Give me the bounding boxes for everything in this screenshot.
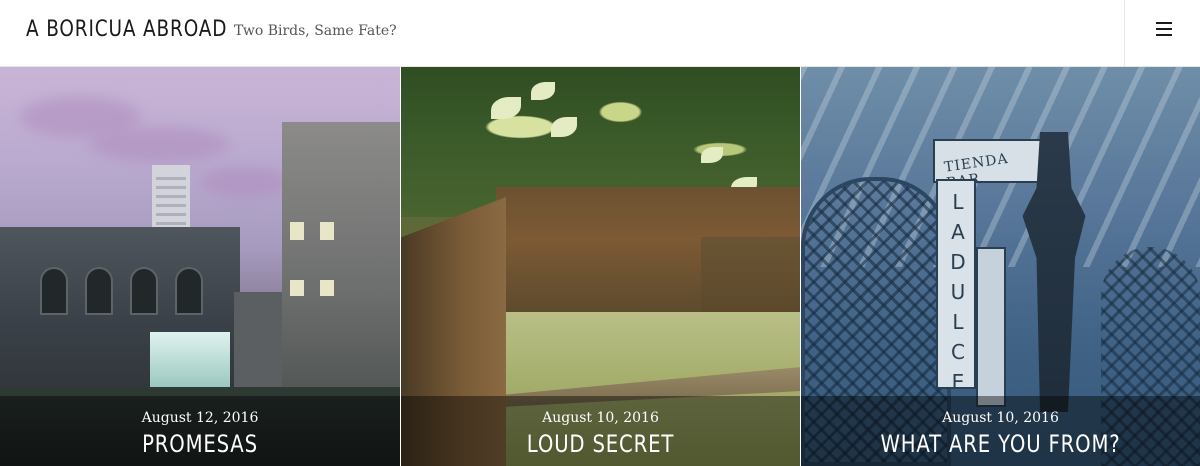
menu-toggle-button[interactable] bbox=[1125, 0, 1200, 67]
vertical-sign: LADULCE bbox=[936, 179, 976, 394]
post-card[interactable]: August 12, 2016 PROMESAS bbox=[0, 67, 400, 466]
post-card[interactable]: August 10, 2016 LOUD SECRET bbox=[401, 67, 800, 466]
vertical-sign-text: LADULCE bbox=[950, 190, 966, 394]
post-date: August 12, 2016 bbox=[141, 410, 259, 426]
site-title[interactable]: A BORICUA ABROAD bbox=[26, 15, 227, 45]
site-tagline: Two Birds, Same Fate? bbox=[234, 23, 397, 39]
bar-sign: TIENDA BAR bbox=[933, 139, 1043, 192]
post-title[interactable]: PROMESAS bbox=[36, 430, 364, 458]
post-date: August 10, 2016 bbox=[542, 410, 659, 426]
post-title[interactable]: WHAT ARE YOU FROM? bbox=[837, 430, 1164, 458]
hamburger-menu-icon bbox=[1156, 22, 1172, 36]
post-title[interactable]: LOUD SECRET bbox=[437, 430, 764, 458]
post-card[interactable]: TIENDA BAR LADULCE August 10, 2016 WHAT … bbox=[801, 67, 1200, 466]
site-header: A BORICUA ABROAD Two Birds, Same Fate? bbox=[0, 0, 1200, 67]
post-grid: August 12, 2016 PROMESAS August 10, 2016… bbox=[0, 67, 1200, 466]
menu-area bbox=[1124, 0, 1200, 67]
post-date: August 10, 2016 bbox=[942, 410, 1059, 426]
